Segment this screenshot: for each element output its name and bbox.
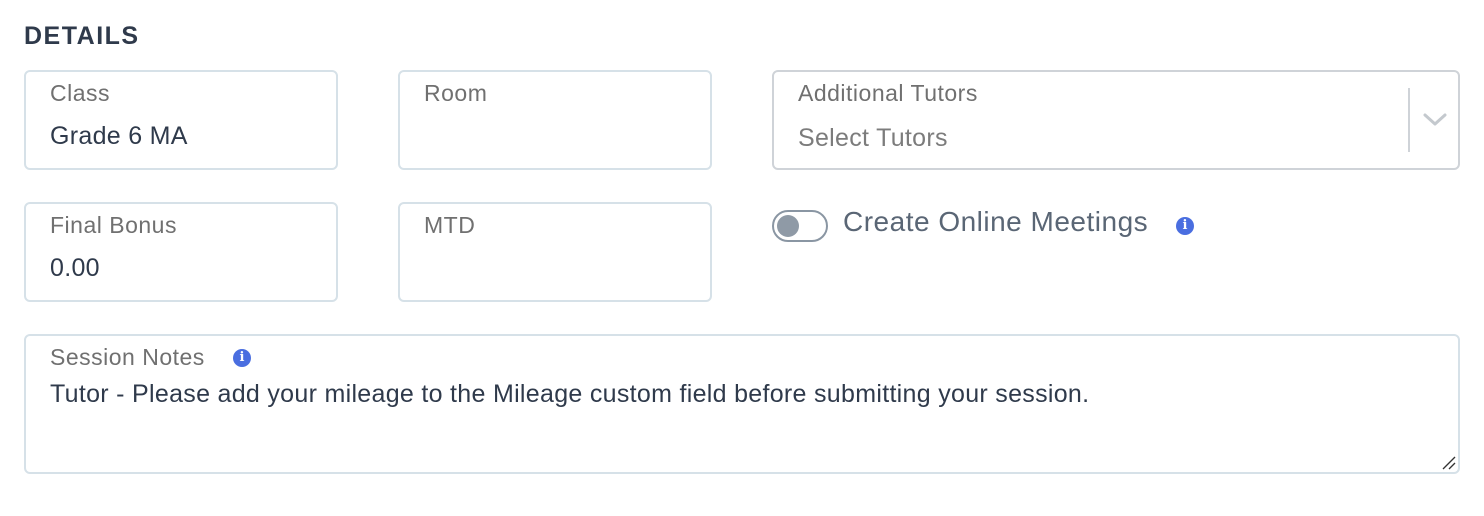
section-title: DETAILS: [24, 22, 140, 50]
session-notes-textarea[interactable]: Session Notes i Tutor - Please add your …: [24, 334, 1460, 474]
class-label: Class: [50, 80, 111, 106]
select-divider: [1408, 88, 1410, 152]
toggle-knob: [777, 215, 799, 237]
room-label: Room: [424, 80, 488, 106]
session-notes-value[interactable]: Tutor - Please add your mileage to the M…: [50, 380, 1089, 409]
room-field[interactable]: Room: [398, 70, 712, 170]
final-bonus-label: Final Bonus: [50, 212, 177, 238]
info-icon[interactable]: i: [1176, 217, 1194, 235]
additional-tutors-label: Additional Tutors: [798, 80, 978, 106]
mtd-label: MTD: [424, 212, 476, 238]
final-bonus-field[interactable]: Final Bonus 0.00: [24, 202, 338, 302]
additional-tutors-select[interactable]: Additional Tutors Select Tutors: [772, 70, 1460, 170]
chevron-down-icon[interactable]: [1422, 108, 1448, 130]
details-panel: DETAILS Class Grade 6 MA Room Additional…: [0, 0, 1484, 516]
additional-tutors-placeholder[interactable]: Select Tutors: [798, 124, 948, 153]
info-icon[interactable]: i: [233, 349, 251, 367]
final-bonus-value[interactable]: 0.00: [50, 254, 100, 283]
resize-handle-icon[interactable]: [1440, 454, 1456, 470]
class-field[interactable]: Class Grade 6 MA: [24, 70, 338, 170]
class-value[interactable]: Grade 6 MA: [50, 122, 188, 151]
create-online-meetings-toggle[interactable]: [772, 210, 828, 242]
session-notes-label: Session Notes: [50, 344, 205, 370]
create-online-meetings-label[interactable]: Create Online Meetings: [843, 206, 1148, 238]
mtd-field[interactable]: MTD: [398, 202, 712, 302]
